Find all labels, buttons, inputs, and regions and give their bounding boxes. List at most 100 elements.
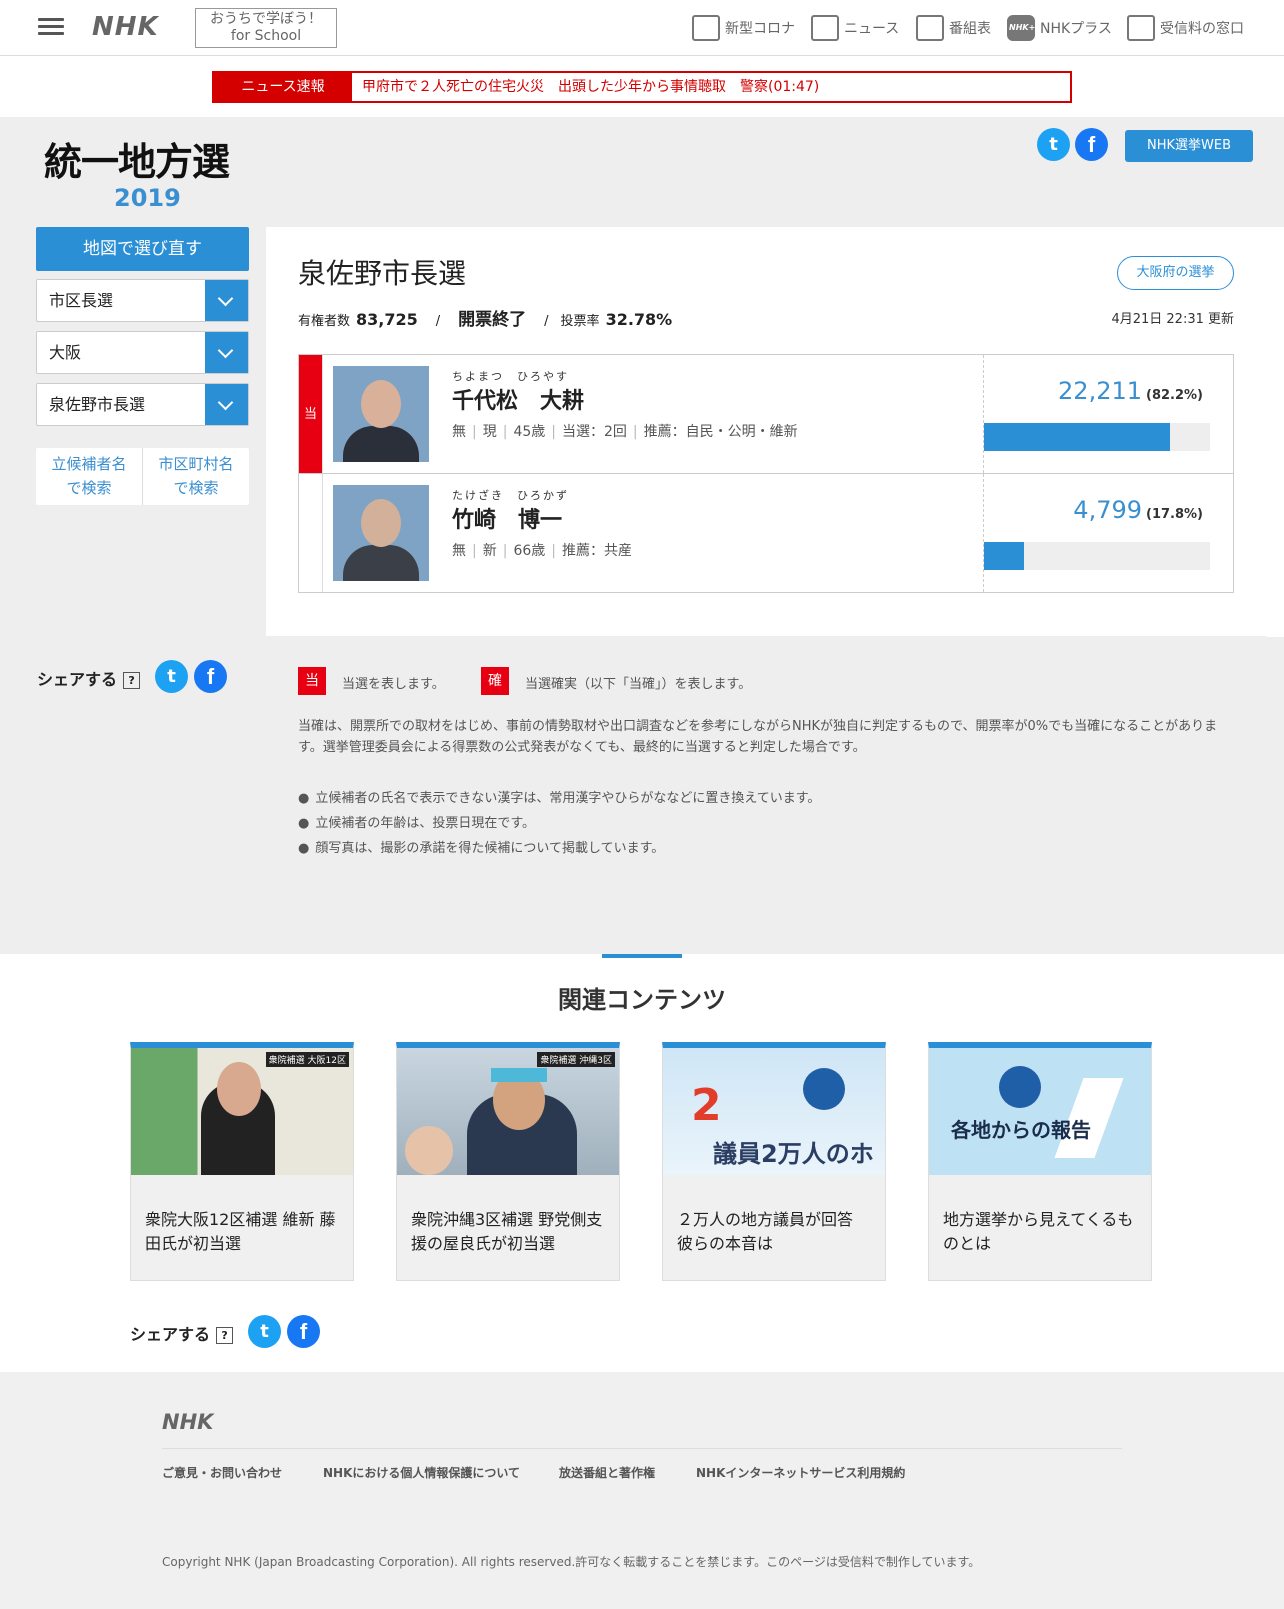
- nav-nhk-plus[interactable]: NHK+ NHKプラス: [1007, 14, 1112, 42]
- nav-reception-fee[interactable]: 受信料の窓口: [1127, 14, 1244, 42]
- candidate-photo: [333, 366, 429, 462]
- card-caption: 議員2万人のホンネ: [713, 1140, 874, 1168]
- vote-share-fill: [984, 423, 1170, 451]
- city-search-line2: で検索: [173, 479, 219, 497]
- related-card-image: 2 議員2万人のホンネ: [663, 1048, 885, 1175]
- related-card[interactable]: 衆院補選 大阪12区 衆院大阪12区補選 維新 藤田氏が初当選: [130, 1042, 354, 1281]
- candidate-name: 竹崎 博一: [452, 508, 563, 533]
- related-accent-bar: [602, 954, 682, 958]
- prefecture-select[interactable]: 大阪: [36, 331, 249, 374]
- related-card[interactable]: 2 議員2万人のホンネ ２万人の地方議員が回答 彼らの本音は: [662, 1042, 886, 1281]
- vote-count: 22,211 (82.2%): [1058, 377, 1203, 405]
- nav-covid[interactable]: 新型コロナ: [692, 14, 795, 42]
- election-brand[interactable]: 統一地方選 2019: [44, 131, 230, 212]
- footer-link-privacy[interactable]: NHKにおける個人情報保護について: [323, 1464, 520, 1481]
- election-select[interactable]: 泉佐野市長選: [36, 383, 249, 426]
- party: 無: [452, 543, 466, 559]
- vote-percent: (82.2%): [1146, 388, 1203, 403]
- search-by-candidate-link[interactable]: 立候補者名 で検索: [36, 448, 143, 505]
- chevron-down-icon[interactable]: [205, 280, 248, 321]
- search-links: 立候補者名 で検索 市区町村名 で検索: [36, 448, 249, 505]
- program-guide-icon: [916, 15, 944, 41]
- vote-count-value: 4,799: [1073, 496, 1143, 524]
- related-card-title: ２万人の地方議員が回答 彼らの本音は: [677, 1210, 854, 1253]
- facebook-share-icon[interactable]: f: [287, 1315, 320, 1348]
- help-icon[interactable]: ?: [216, 1327, 234, 1344]
- brand-year: 2019: [114, 184, 181, 212]
- vote-count-value: 22,211: [1058, 377, 1143, 405]
- help-icon[interactable]: ?: [123, 672, 141, 689]
- facebook-share-icon[interactable]: f: [194, 660, 227, 693]
- breaking-news-ticker[interactable]: ニュース速報 甲府市で２人死亡の住宅火災 出頭した少年から事情聴取 警察(01:…: [212, 71, 1072, 103]
- stats-separator: /: [544, 314, 549, 329]
- election-stats: 有権者数 83,725 / 開票終了 / 投票率 32.78%: [298, 305, 678, 330]
- turnout-label: 投票率: [560, 314, 600, 329]
- note-bullet: 顔写真は、撮影の承諾を得た候補について掲載しています。: [298, 837, 664, 856]
- nav-plus-label: NHKプラス: [1040, 21, 1112, 37]
- related-card-title: 地方選挙から見えてくるものとは: [943, 1210, 1134, 1253]
- win-mark-text: 当選を表します。: [342, 677, 445, 692]
- vote-cell: 22,211 (82.2%): [983, 355, 1233, 473]
- candidate-kana: たけざき ひろかず: [452, 489, 569, 502]
- city-search-line1: 市区町村名: [158, 455, 234, 473]
- card-caption: 衆院補選 大阪12区: [265, 1052, 349, 1067]
- footer-link-copyright[interactable]: 放送番組と著作権: [559, 1464, 655, 1481]
- election-value: 泉佐野市長選: [49, 395, 146, 414]
- note-bullet: 立候補者の年齢は、投票日現在です。: [298, 812, 535, 831]
- status: 新: [482, 543, 497, 559]
- related-card[interactable]: 衆院補選 沖縄3区 衆院沖縄3区補選 野党側支援の屋良氏が初当選: [396, 1042, 620, 1281]
- election-type-select[interactable]: 市区長選: [36, 279, 249, 322]
- share-section: シェアする?: [130, 1321, 234, 1345]
- share-label: シェアする: [37, 670, 118, 689]
- footer-link-terms[interactable]: NHKインターネットサービス利用規約: [696, 1464, 905, 1481]
- related-card-image: 衆院補選 沖縄3区: [397, 1048, 619, 1175]
- for-school-link[interactable]: おうちで学ぼう！ for School: [195, 8, 337, 48]
- breaking-news-text[interactable]: 甲府市で２人死亡の住宅火災 出頭した少年から事情聴取 警察(01:47): [352, 73, 819, 101]
- hamburger-menu-icon[interactable]: [38, 14, 64, 40]
- covid-news-icon: [692, 15, 720, 41]
- election-type-value: 市区長選: [49, 291, 114, 310]
- related-card-image: 各地からの報告: [929, 1048, 1151, 1175]
- twitter-share-icon[interactable]: t: [248, 1315, 281, 1348]
- vote-count: 4,799 (17.8%): [1073, 496, 1203, 524]
- nhk-election-web-button[interactable]: NHK選挙WEB: [1125, 130, 1253, 162]
- party: 無: [452, 424, 466, 440]
- candidate-info: 無 | 新 | 66歳 | 推薦：共産: [452, 543, 632, 559]
- status: 現: [482, 424, 497, 440]
- candidate-photo: [333, 485, 429, 581]
- share-label: シェアする: [130, 1325, 211, 1344]
- turnout-value: 32.78%: [605, 310, 673, 329]
- sure-mark-text: 当選確実（以下「当確」）を表します。: [525, 677, 752, 692]
- footer-link-contact[interactable]: ご意見・お問い合わせ: [162, 1464, 282, 1481]
- footer-divider: [162, 1448, 1122, 1449]
- candidate-search-line1: 立候補者名: [51, 455, 127, 473]
- endorsement: 推薦：自民・公明・維新: [643, 424, 798, 440]
- search-by-city-link[interactable]: 市区町村名 で検索: [143, 448, 249, 505]
- related-card-image: 衆院補選 大阪12区: [131, 1048, 353, 1175]
- nhk-plus-icon: NHK+: [1007, 15, 1035, 41]
- related-card[interactable]: 各地からの報告 地方選挙から見えてくるものとは: [928, 1042, 1152, 1281]
- candidate-search-line2: で検索: [66, 479, 112, 497]
- candidate-name: 千代松 大耕: [452, 389, 585, 414]
- twitter-share-icon[interactable]: t: [155, 660, 188, 693]
- prefecture-elections-link[interactable]: 大阪府の選挙: [1117, 256, 1234, 290]
- chevron-down-icon[interactable]: [205, 332, 248, 373]
- stats-separator: /: [435, 314, 441, 329]
- facebook-share-icon[interactable]: f: [1075, 128, 1108, 161]
- footer-nhk-logo[interactable]: NHK: [162, 1410, 213, 1434]
- nav-news[interactable]: ニュース: [811, 14, 899, 42]
- vote-share-fill: [984, 542, 1025, 570]
- nav-program-guide[interactable]: 番組表: [916, 14, 991, 42]
- nhk-logo[interactable]: NHK: [92, 12, 159, 42]
- nav-covid-label: 新型コロナ: [725, 21, 795, 37]
- vote-percent: (17.8%): [1146, 507, 1203, 522]
- notes-paragraph: 当確は、開票所での取材をはじめ、事前の情勢取材や出口調査などを参考にしながらNH…: [298, 719, 1218, 755]
- chevron-down-icon[interactable]: [205, 384, 248, 425]
- reselect-map-button[interactable]: 地図で選び直す: [36, 227, 249, 271]
- winner-mark-empty: [299, 474, 323, 592]
- twitter-share-icon[interactable]: t: [1037, 128, 1070, 161]
- candidates-table: 当 ちよまつ ひろやす 千代松 大耕 無 | 現 | 45歳 | 当選：2回 | 推薦：自民・公…: [298, 354, 1234, 593]
- sure-mark-legend: 確: [481, 667, 509, 695]
- vote-share-bar: [984, 542, 1210, 570]
- nav-program-label: 番組表: [949, 21, 991, 37]
